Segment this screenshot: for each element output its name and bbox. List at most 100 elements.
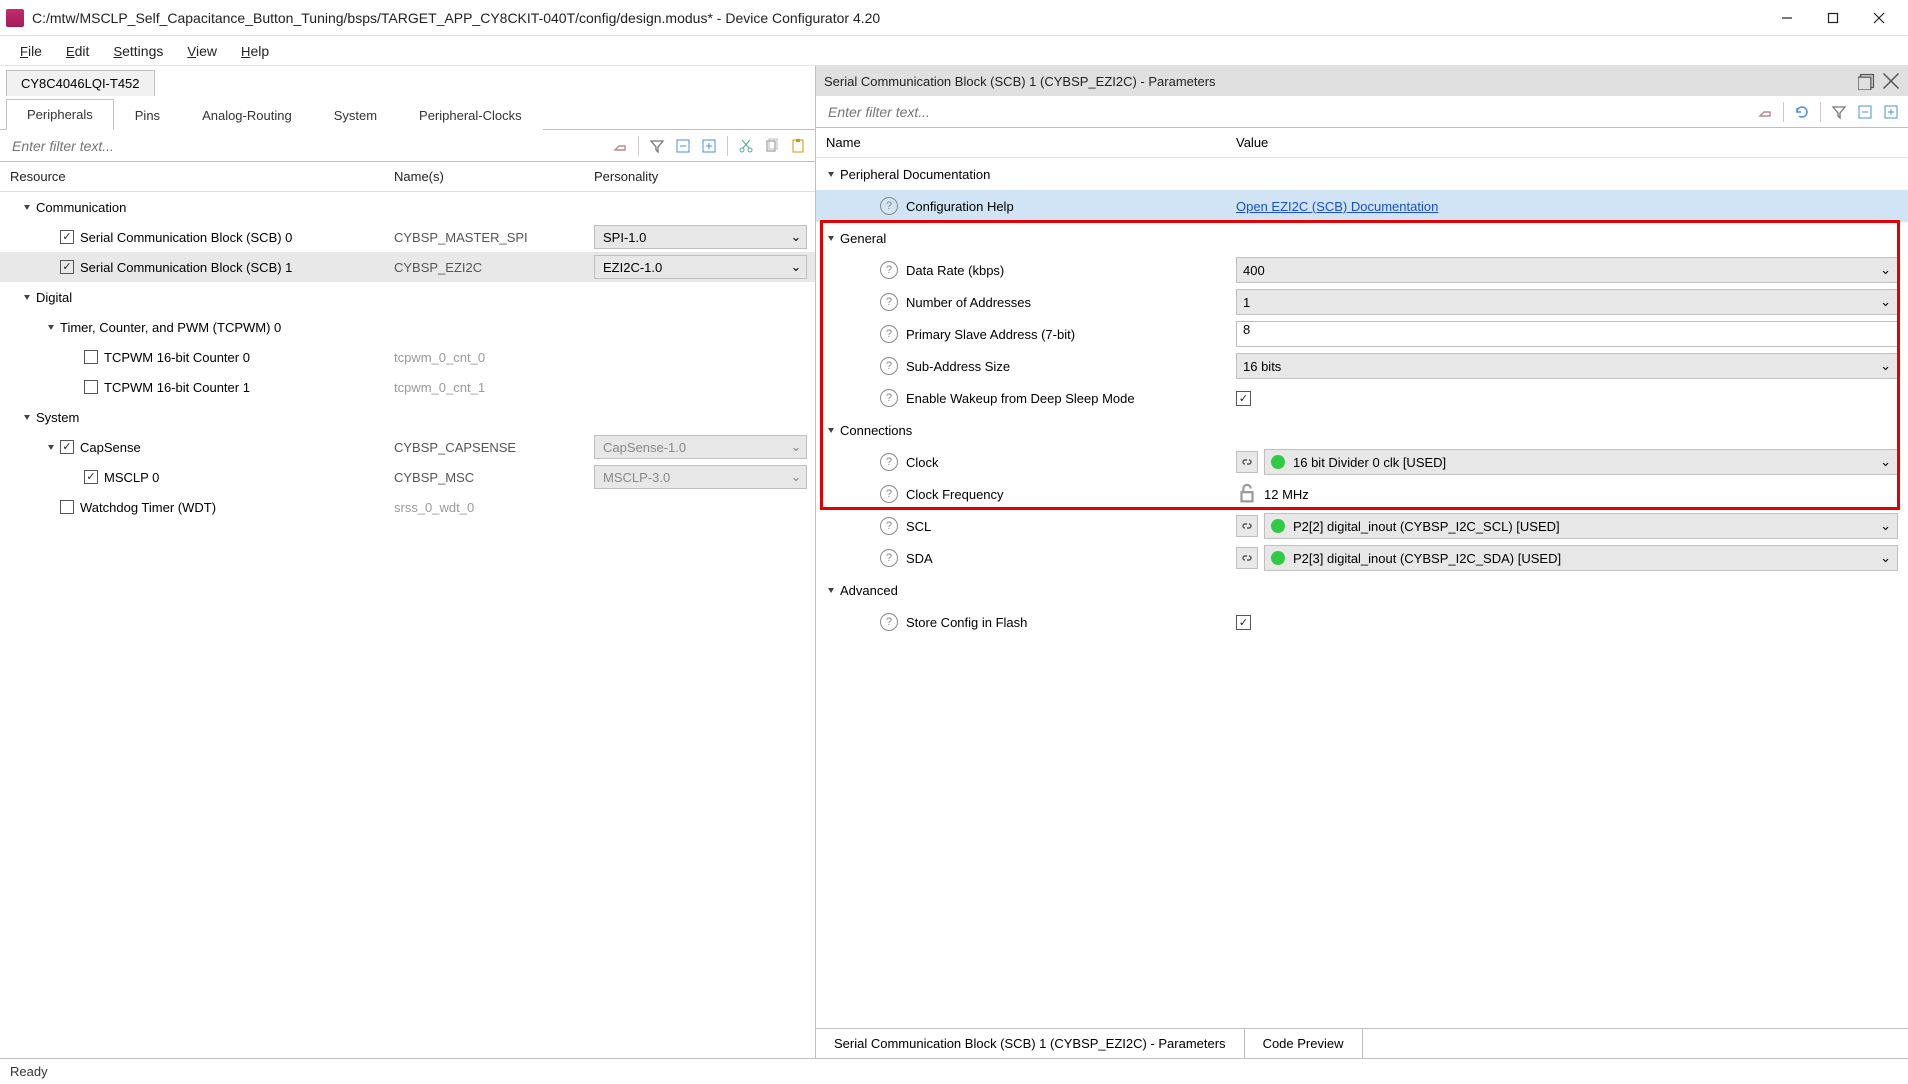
eraser-icon[interactable] [609, 135, 631, 157]
help-icon[interactable]: ? [880, 549, 898, 567]
tab-analog-routing[interactable]: Analog-Routing [181, 100, 313, 130]
expand-icon[interactable] [698, 135, 720, 157]
tree-row[interactable]: TCPWM 16-bit Counter 0tcpwm_0_cnt_0 [0, 342, 815, 372]
checkbox[interactable] [84, 470, 98, 484]
help-icon[interactable]: ? [880, 325, 898, 343]
help-icon[interactable]: ? [880, 261, 898, 279]
link-icon[interactable] [1236, 451, 1258, 473]
param-dropdown[interactable]: 1⌄ [1236, 289, 1898, 315]
param-dropdown[interactable]: 16 bits⌄ [1236, 353, 1898, 379]
param-text-input[interactable]: 8 [1236, 321, 1898, 347]
tree-row[interactable]: Communication [0, 192, 815, 222]
expand-icon[interactable] [1880, 101, 1902, 123]
tree-row[interactable]: CapSenseCYBSP_CAPSENSECapSense-1.0⌄ [0, 432, 815, 462]
chevron-down-icon[interactable] [44, 322, 58, 332]
help-icon[interactable]: ? [880, 389, 898, 407]
tree-row[interactable]: Watchdog Timer (WDT)srss_0_wdt_0 [0, 492, 815, 522]
help-icon[interactable]: ? [880, 357, 898, 375]
device-tab[interactable]: CY8C4046LQI-T452 [6, 70, 155, 96]
tab-peripherals[interactable]: Peripherals [6, 99, 114, 130]
collapse-icon[interactable] [1854, 101, 1876, 123]
params-header: Serial Communication Block (SCB) 1 (CYBS… [816, 66, 1908, 96]
chevron-down-icon[interactable] [44, 442, 58, 452]
help-icon[interactable]: ? [880, 293, 898, 311]
tree-hdr-personality: Personality [594, 169, 815, 184]
help-icon[interactable]: ? [880, 613, 898, 631]
chevron-down-icon[interactable] [20, 292, 34, 302]
checkbox[interactable] [84, 350, 98, 364]
cut-icon[interactable] [735, 135, 757, 157]
tree-row[interactable]: Digital [0, 282, 815, 312]
param-group-label: Peripheral Documentation [840, 167, 990, 182]
param-row: Peripheral Documentation [816, 158, 1908, 190]
tree-row[interactable]: MSCLP 0CYBSP_MSCMSCLP-3.0⌄ [0, 462, 815, 492]
maximize-button[interactable] [1810, 3, 1856, 33]
help-icon[interactable]: ? [880, 485, 898, 503]
param-connection-dropdown[interactable]: 16 bit Divider 0 clk [USED]⌄ [1264, 449, 1898, 475]
link-icon[interactable] [1236, 547, 1258, 569]
minimize-button[interactable] [1764, 3, 1810, 33]
param-checkbox[interactable] [1236, 391, 1251, 406]
peripheral-tabs: PeripheralsPinsAnalog-RoutingSystemPerip… [0, 96, 815, 130]
paste-icon[interactable] [787, 135, 809, 157]
tab-peripheral-clocks[interactable]: Peripheral-Clocks [398, 100, 543, 130]
menu-file[interactable]: File [10, 39, 52, 63]
param-connection-dropdown[interactable]: P2[3] digital_inout (CYBSP_I2C_SDA) [USE… [1264, 545, 1898, 571]
chevron-down-icon[interactable] [20, 412, 34, 422]
tree-name-cell[interactable]: CYBSP_EZI2C [394, 260, 594, 275]
tree-row[interactable]: System [0, 402, 815, 432]
tree-name-cell[interactable]: CYBSP_MSC [394, 470, 594, 485]
checkbox[interactable] [60, 440, 74, 454]
menu-edit[interactable]: Edit [56, 39, 99, 63]
checkbox[interactable] [60, 230, 74, 244]
personality-dropdown[interactable]: EZI2C-1.0⌄ [594, 255, 807, 279]
menu-view[interactable]: View [177, 39, 227, 63]
tree-row[interactable]: Timer, Counter, and PWM (TCPWM) 0 [0, 312, 815, 342]
param-row: ?Sub-Address Size16 bits⌄ [816, 350, 1908, 382]
tree-name-cell[interactable]: CYBSP_MASTER_SPI [394, 230, 594, 245]
chevron-down-icon[interactable] [824, 169, 838, 179]
menu-settings[interactable]: Settings [103, 39, 173, 63]
tab-system[interactable]: System [313, 100, 398, 130]
link-icon[interactable] [1236, 515, 1258, 537]
eraser-icon[interactable] [1754, 101, 1776, 123]
tree-row[interactable]: Serial Communication Block (SCB) 0CYBSP_… [0, 222, 815, 252]
copy-icon[interactable] [761, 135, 783, 157]
tab-pins[interactable]: Pins [114, 100, 181, 130]
doc-link[interactable]: Open EZI2C (SCB) Documentation [1236, 199, 1438, 214]
help-icon[interactable]: ? [880, 453, 898, 471]
funnel-icon[interactable] [646, 135, 668, 157]
collapse-icon[interactable] [672, 135, 694, 157]
chevron-down-icon[interactable] [824, 425, 838, 435]
bottom-tab[interactable]: Serial Communication Block (SCB) 1 (CYBS… [816, 1029, 1245, 1058]
param-checkbox[interactable] [1236, 615, 1251, 630]
close-button[interactable] [1856, 3, 1902, 33]
checkbox[interactable] [84, 380, 98, 394]
undock-icon[interactable] [1858, 72, 1876, 90]
param-connection-dropdown[interactable]: P2[2] digital_inout (CYBSP_I2C_SCL) [USE… [1264, 513, 1898, 539]
param-row: ?Number of Addresses1⌄ [816, 286, 1908, 318]
chevron-down-icon[interactable] [824, 233, 838, 243]
titlebar: C:/mtw/MSCLP_Self_Capacitance_Button_Tun… [0, 0, 1908, 36]
tree-row[interactable]: TCPWM 16-bit Counter 1tcpwm_0_cnt_1 [0, 372, 815, 402]
bottom-tab[interactable]: Code Preview [1245, 1029, 1363, 1058]
close-panel-icon[interactable] [1882, 72, 1900, 90]
param-dropdown[interactable]: 400⌄ [1236, 257, 1898, 283]
tree-row[interactable]: Serial Communication Block (SCB) 1CYBSP_… [0, 252, 815, 282]
checkbox[interactable] [60, 260, 74, 274]
param-group-label: General [840, 231, 886, 246]
lock-icon [1236, 483, 1258, 505]
param-label: SCL [906, 519, 931, 534]
personality-dropdown[interactable]: SPI-1.0⌄ [594, 225, 807, 249]
help-icon[interactable]: ? [880, 197, 898, 215]
refresh-icon[interactable] [1791, 101, 1813, 123]
chevron-down-icon[interactable] [20, 202, 34, 212]
chevron-down-icon[interactable] [824, 585, 838, 595]
menu-help[interactable]: Help [231, 39, 279, 63]
checkbox[interactable] [60, 500, 74, 514]
help-icon[interactable]: ? [880, 517, 898, 535]
tree-name-cell[interactable]: CYBSP_CAPSENSE [394, 440, 594, 455]
left-filter-input[interactable] [6, 132, 605, 160]
funnel-icon[interactable] [1828, 101, 1850, 123]
right-filter-input[interactable] [822, 98, 1750, 126]
